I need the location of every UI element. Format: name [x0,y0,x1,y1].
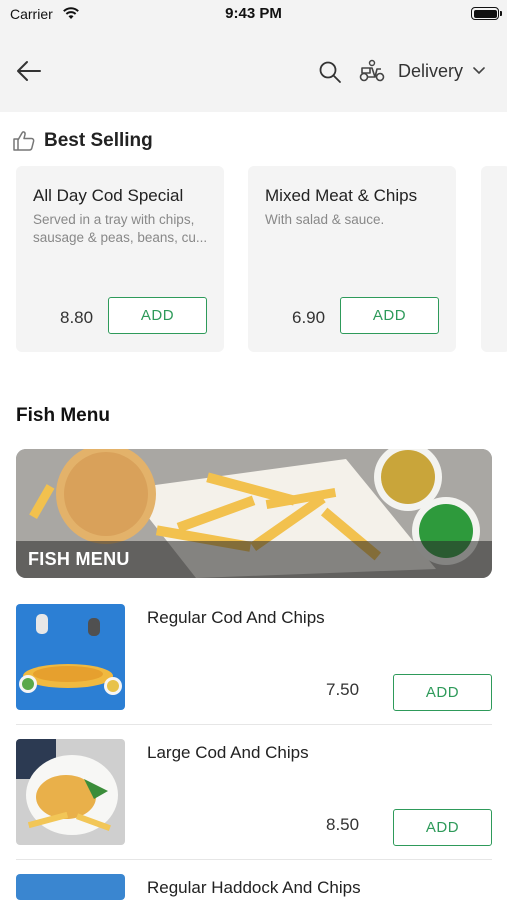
back-arrow-icon[interactable] [14,58,44,84]
item-photo [16,874,125,900]
item-price: 7.50 [326,680,360,699]
item-name: Regular Cod And Chips [147,608,325,627]
clock: 9:43 PM [225,5,282,22]
item-name: Regular Haddock And Chips [147,878,361,897]
add-button[interactable]: ADD [393,809,492,846]
search-icon[interactable] [318,60,342,84]
best-selling-header: Best Selling [12,130,153,152]
add-button[interactable]: ADD [340,297,439,334]
scooter-icon [359,59,385,82]
battery-icon [471,7,502,20]
best-selling-title: Best Selling [44,130,153,151]
product-description: Served in a tray with chips, sausage & p… [33,212,208,245]
thumbs-up-icon [13,131,35,151]
product-name: Mixed Meat & Chips [265,186,418,205]
best-selling-card[interactable]: Mixed Meat & Chips With salad & sauce. 6… [248,166,456,352]
product-name: All Day Cod Special [33,186,184,205]
chevron-down-icon [473,67,485,75]
fish-menu-banner[interactable]: FISH MENU [16,449,492,578]
best-selling-card[interactable]: All Day Cod Special Served in a tray wit… [16,166,224,352]
order-mode-selector[interactable]: Delivery [358,56,485,86]
product-price: 6.90 [292,308,326,327]
item-photo [16,739,125,845]
fish-menu-title: Fish Menu [16,405,110,426]
divider [16,724,492,725]
add-button[interactable]: ADD [393,674,492,711]
product-description: With salad & sauce. [265,212,385,227]
status-bar: Carrier 9:43 PM [0,0,507,30]
menu-item[interactable]: Regular Haddock And Chips [16,874,492,900]
order-mode-label: Delivery [398,60,464,81]
menu-item[interactable]: Large Cod And Chips 8.50 ADD [16,739,492,859]
menu-item[interactable]: Regular Cod And Chips 7.50 ADD [16,604,492,724]
add-button[interactable]: ADD [108,297,207,334]
product-price: 8.80 [60,308,94,327]
divider [16,859,492,860]
banner-label: FISH MENU [28,549,130,569]
item-name: Large Cod And Chips [147,743,309,762]
item-photo [16,604,125,710]
item-price: 8.50 [326,815,360,834]
best-selling-card-partial[interactable] [481,166,507,352]
top-nav-bar: Delivery [0,30,507,112]
